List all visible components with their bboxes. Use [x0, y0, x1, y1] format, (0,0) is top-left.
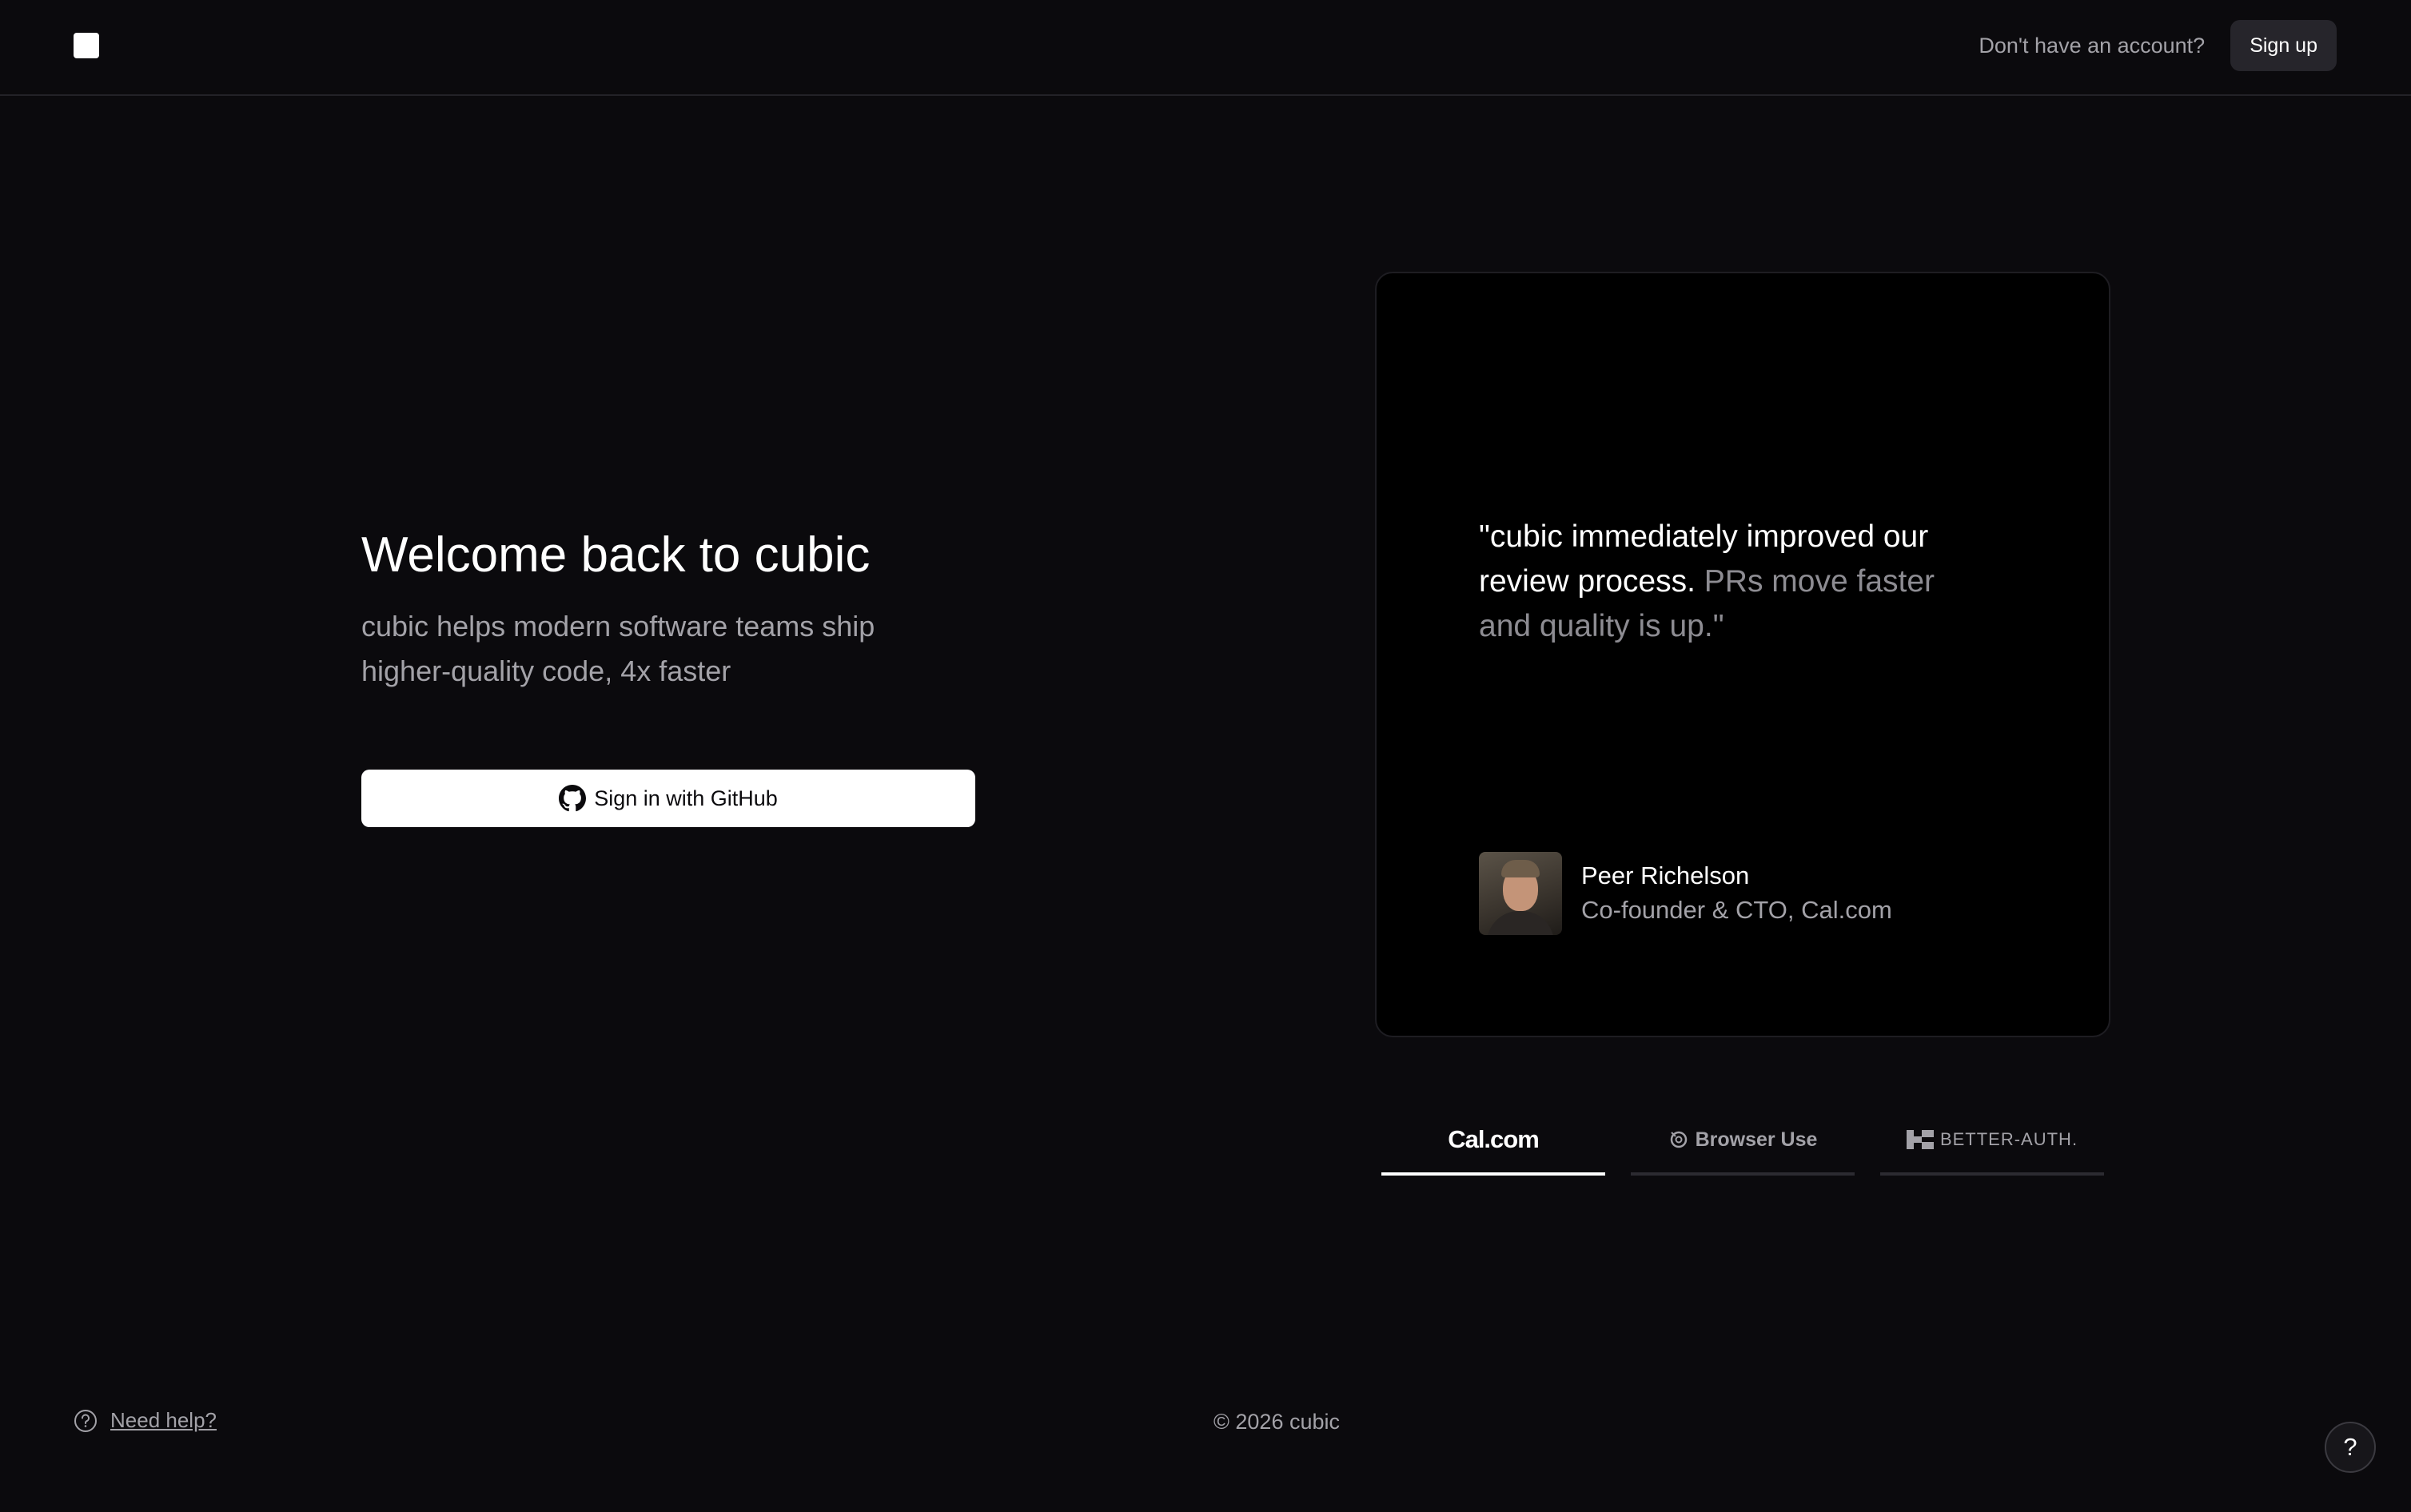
help-fab-button[interactable]: ? [2325, 1422, 2376, 1473]
need-help-label: Need help? [110, 1408, 217, 1432]
tagline: cubic helps modern software teams ship h… [361, 610, 875, 687]
author-name: Peer Richelson [1581, 861, 1750, 889]
better-auth-logo-label: BETTER-AUTH. [1939, 1129, 2078, 1149]
author-role: Co-founder & CTO, Cal.com [1581, 896, 1892, 924]
better-auth-logo-icon [1906, 1130, 1934, 1149]
top-bar: Don't have an account? Sign up [0, 0, 2411, 96]
author-info: Peer Richelson Co-founder & CTO, Cal.com [1581, 859, 1892, 928]
page-title: Welcome back to cubic [361, 527, 871, 583]
sign-up-button[interactable]: Sign up [2230, 20, 2337, 71]
github-icon [559, 785, 587, 812]
cubic-logo-icon[interactable] [74, 33, 99, 58]
avatar [1479, 852, 1562, 935]
sign-in-github-label: Sign in with GitHub [594, 786, 778, 810]
tab-better-auth[interactable]: BETTER-AUTH. [1880, 1107, 2104, 1176]
sign-in-github-button[interactable]: Sign in with GitHub [361, 770, 975, 827]
cal-logo-label: Cal.com [1448, 1125, 1540, 1153]
no-account-text: Don't have an account? [1979, 33, 2206, 58]
testimonial-quote: "cubic immediately improved our review p… [1479, 515, 1991, 649]
need-help-link[interactable]: Need help? [74, 1408, 217, 1433]
customer-logo-tabs: Cal.com Browser Use BETTER-AUTH. [1381, 1107, 2104, 1176]
header-right: Don't have an account? Sign up [1979, 20, 2337, 71]
help-circle-icon [74, 1409, 97, 1432]
testimonial-card: "cubic immediately improved our review p… [1375, 272, 2110, 1037]
testimonial-author: Peer Richelson Co-founder & CTO, Cal.com [1479, 852, 1892, 935]
browser-use-logo-icon [1670, 1131, 1687, 1148]
copyright: © 2026 cubic [1213, 1410, 1340, 1434]
tab-cal-com[interactable]: Cal.com [1381, 1107, 1605, 1176]
tab-browser-use[interactable]: Browser Use [1631, 1107, 1855, 1176]
browser-use-logo-label: Browser Use [1695, 1128, 1818, 1151]
